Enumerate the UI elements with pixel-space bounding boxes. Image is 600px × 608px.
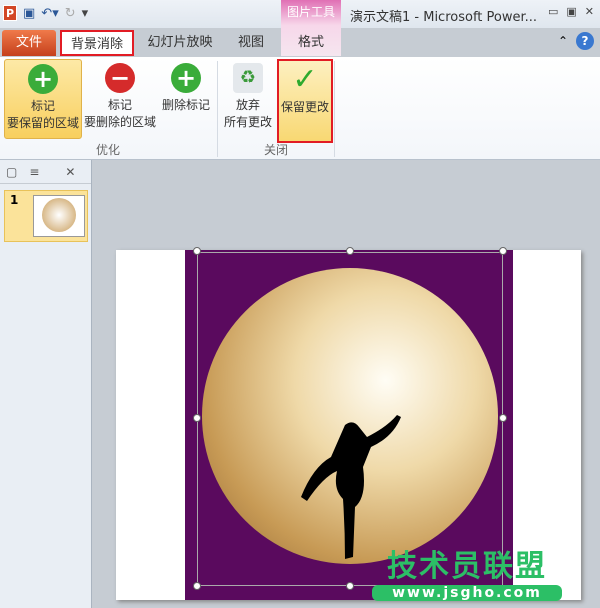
group-label-close: 关闭 (264, 143, 289, 157)
save-icon[interactable]: ▣ (23, 6, 35, 21)
button-label: 要删除的区域 (83, 115, 156, 129)
resize-handle[interactable] (499, 247, 507, 255)
button-label: 标记 (107, 98, 132, 112)
resize-handle[interactable] (193, 414, 201, 422)
group-label-refine: 优化 (96, 143, 121, 157)
slide-thumbnail[interactable]: 1 (4, 190, 88, 242)
button-label: 要保留的区域 (6, 116, 79, 130)
checkmark-icon: ✓ (292, 62, 318, 97)
help-icon[interactable]: ? (576, 32, 594, 50)
window-title: 演示文稿1 - Microsoft Power... (350, 10, 538, 25)
watermark-url: www.jsgho.com (372, 585, 562, 601)
mark-remove-button[interactable]: − 标记要删除的区域 (82, 59, 158, 139)
button-label: 所有更改 (223, 115, 272, 129)
slides-panel: ▢ ≡ ✕ 1 (0, 160, 92, 608)
close-panel-icon[interactable]: ✕ (65, 165, 75, 179)
customize-qat-icon[interactable]: ▾ (82, 6, 89, 21)
slides-tab-icon[interactable]: ▢ (6, 165, 17, 179)
close-icon[interactable]: ✕ (585, 5, 594, 18)
mark-keep-button[interactable]: + 标记要保留的区域 (4, 59, 82, 139)
keep-changes-button[interactable]: ✓ 保留更改 (277, 59, 333, 143)
quick-access-toolbar: P ▣ ↶▾ ↻ ▾ (3, 5, 88, 21)
outline-tab-icon[interactable]: ≡ (29, 165, 39, 179)
watermark-text: 技术员联盟 (387, 549, 547, 584)
thumbnail-image (33, 195, 85, 237)
group-separator (217, 61, 218, 157)
recycle-bin-icon: ♻ (233, 63, 263, 93)
resize-handle[interactable] (193, 582, 201, 590)
minus-pencil-icon: − (105, 63, 135, 93)
selection-marquee (197, 252, 503, 586)
ribbon: + 标记要保留的区域 − 标记要删除的区域 + 删除标记 优化 ♻ 放弃所有更改… (0, 56, 600, 160)
tab-slideshow[interactable]: 幻灯片放映 (140, 30, 220, 56)
resize-handle[interactable] (193, 247, 201, 255)
watermark: 技术员联盟 www.jsgho.com (372, 541, 562, 601)
slide-number: 1 (10, 193, 19, 207)
collapse-ribbon-icon[interactable]: ⌃ (558, 34, 568, 48)
undo-icon[interactable]: ↶▾ (41, 6, 58, 21)
minimize-icon[interactable]: ▭ (548, 5, 558, 18)
tab-background-removal[interactable]: 背景消除 (60, 30, 134, 56)
tab-view[interactable]: 视图 (228, 30, 274, 56)
ribbon-tabs: 文件 背景消除 幻灯片放映 视图 格式 ⌃ ? (0, 28, 600, 56)
button-label: 删除标记 (161, 98, 210, 112)
plus-pencil-icon: + (28, 64, 58, 94)
tab-format[interactable]: 格式 (283, 30, 339, 56)
resize-handle[interactable] (499, 414, 507, 422)
resize-handle[interactable] (346, 582, 354, 590)
discard-changes-button[interactable]: ♻ 放弃所有更改 (220, 59, 276, 139)
group-separator (334, 61, 335, 157)
delete-mark-button[interactable]: + 删除标记 (158, 59, 214, 139)
button-label: 保留更改 (280, 100, 329, 114)
delete-mark-icon: + (171, 63, 201, 93)
tab-file[interactable]: 文件 (2, 30, 56, 56)
restore-icon[interactable]: ▣ (566, 5, 576, 18)
powerpoint-logo-icon: P (3, 5, 17, 21)
button-label: 标记 (30, 99, 55, 113)
redo-icon[interactable]: ↻ (65, 6, 76, 21)
button-label: 放弃 (235, 98, 260, 112)
context-group-label: 图片工具 (286, 5, 335, 19)
resize-handle[interactable] (346, 247, 354, 255)
